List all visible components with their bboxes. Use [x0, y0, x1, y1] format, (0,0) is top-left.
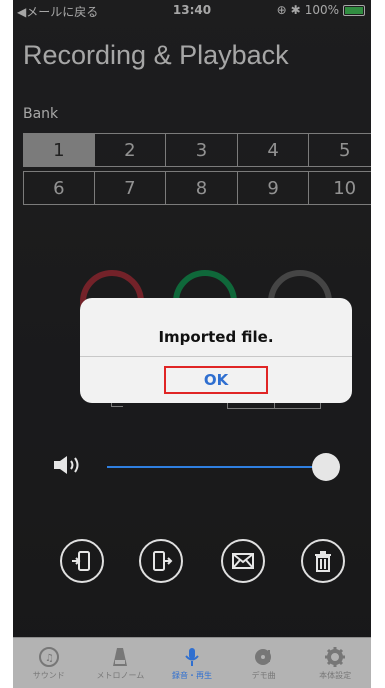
ok-button[interactable]: OK [164, 366, 268, 394]
tab-recording[interactable]: 録音・再生 [156, 638, 228, 688]
export-from-phone-icon [153, 551, 173, 571]
mail-icon [232, 553, 254, 569]
tab-settings[interactable]: 本体設定 [299, 638, 371, 688]
volume-slider-thumb[interactable] [312, 453, 340, 481]
import-to-phone-icon [72, 551, 90, 571]
tab-sound[interactable]: ♫ サウンド [13, 638, 85, 688]
import-to-phone-button[interactable] [60, 539, 104, 583]
sound-icon: ♫ [38, 646, 59, 667]
metronome-icon [113, 647, 128, 666]
tab-recording-label: 録音・再生 [171, 670, 212, 680]
tab-bar: ♫ サウンド メトロノーム 録音・再生 デモ曲 本体設定 [13, 637, 371, 688]
delete-button[interactable] [301, 539, 345, 583]
phone-screen: ◀メールに戻る 13:40 ⊕ ✱ 100% Recording & Playb… [13, 0, 371, 688]
microphone-icon [185, 647, 199, 666]
tab-demo-song[interactable]: デモ曲 [228, 638, 300, 688]
trash-icon [315, 551, 331, 572]
svg-text:♫: ♫ [45, 653, 54, 664]
tab-metronome-label: メトロノーム [96, 670, 145, 680]
tab-sound-label: サウンド [32, 670, 65, 680]
volume-slider-track[interactable] [107, 466, 329, 468]
dialog-divider [80, 356, 352, 357]
demo-song-icon [254, 648, 271, 665]
mail-button[interactable] [221, 539, 265, 583]
tab-metronome[interactable]: メトロノーム [85, 638, 157, 688]
tab-demo-song-label: デモ曲 [251, 670, 276, 680]
tab-settings-label: 本体設定 [319, 670, 352, 680]
alert-dialog: Imported file. OK [80, 298, 352, 403]
export-from-phone-button[interactable] [139, 539, 183, 583]
gear-icon [325, 646, 346, 667]
dialog-message: Imported file. [158, 328, 274, 346]
speaker-icon [54, 456, 79, 474]
